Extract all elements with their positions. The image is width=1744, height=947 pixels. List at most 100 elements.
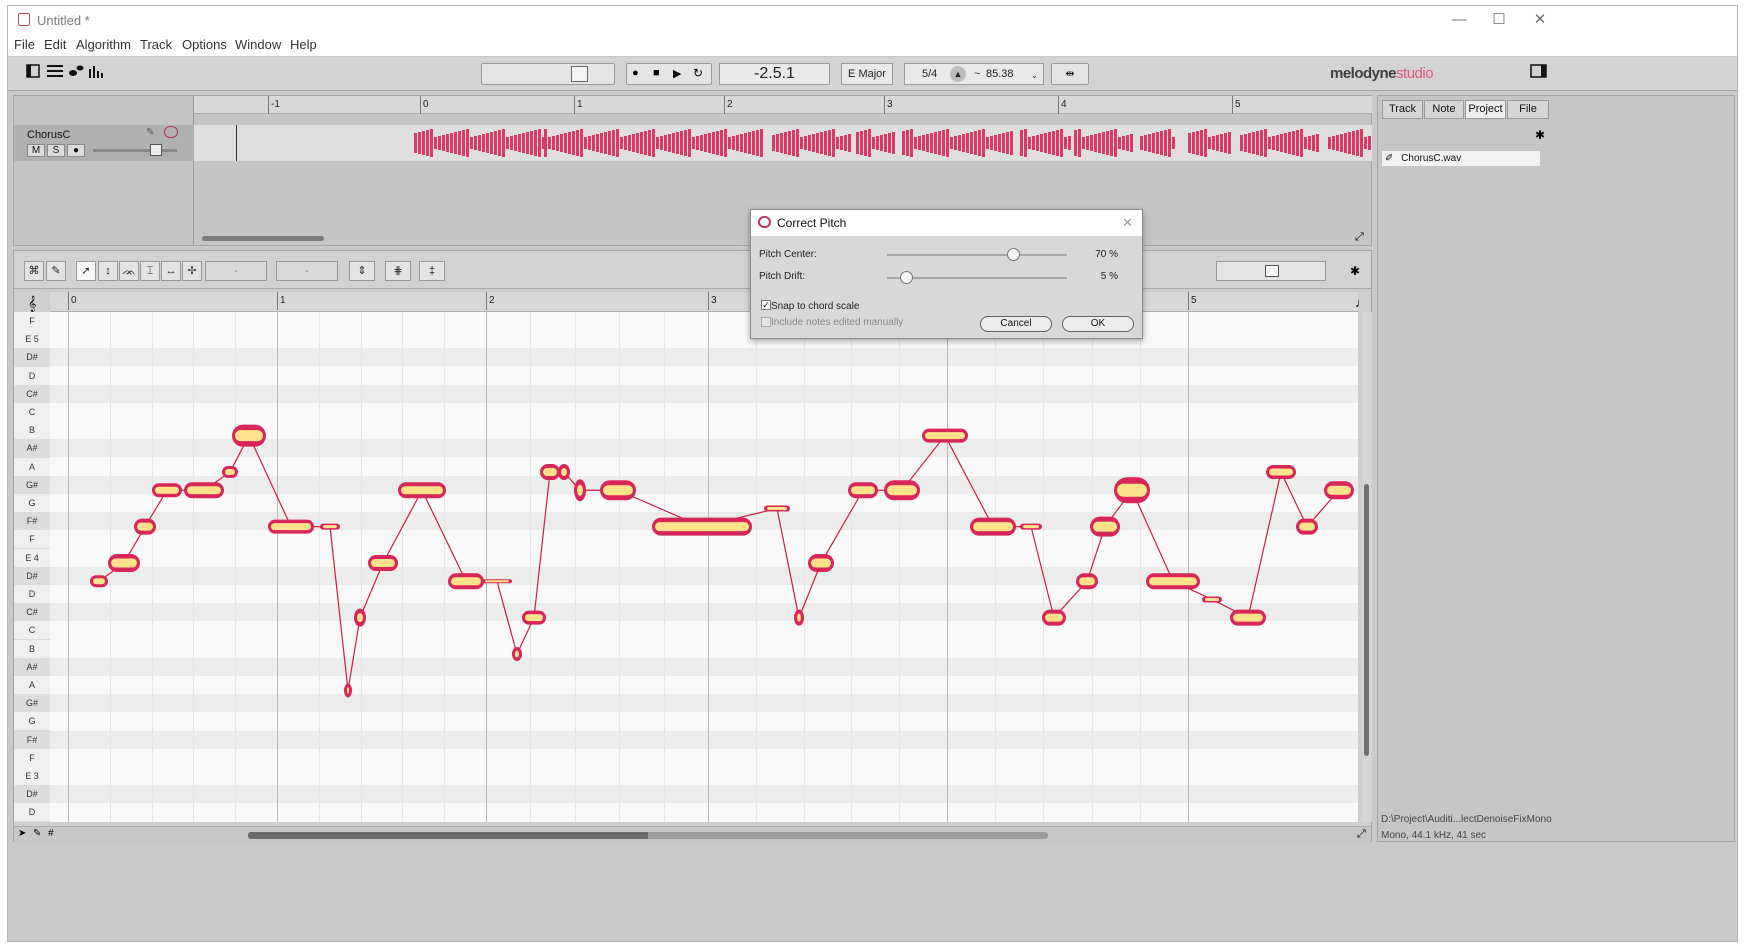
note-blobs[interactable] — [50, 312, 1358, 822]
editor-vertical-scrollbar[interactable] — [1362, 312, 1372, 822]
minimize-button[interactable]: — — [1441, 9, 1477, 31]
note-blob[interactable] — [922, 428, 968, 443]
record-arm-button[interactable]: ● — [67, 144, 85, 157]
track-list-icon[interactable] — [46, 63, 64, 85]
note-blob[interactable] — [268, 519, 314, 534]
pitch-key[interactable]: E 3 — [14, 767, 50, 786]
stop-button[interactable]: ■ — [653, 67, 660, 79]
pitch-key[interactable]: C — [14, 621, 50, 641]
editor-horizontal-scrollbar[interactable] — [248, 832, 1048, 839]
pitch-drift-knob[interactable] — [900, 271, 913, 284]
record-button[interactable]: ● — [632, 67, 639, 79]
pitch-key[interactable]: G# — [14, 694, 50, 714]
pitch-key[interactable]: D# — [14, 348, 50, 368]
track-tool-icon[interactable]: ✎ — [146, 127, 154, 138]
menu-edit[interactable]: Edit — [44, 37, 66, 52]
blob-display-slider[interactable] — [1216, 261, 1326, 281]
pitch-key[interactable]: C — [14, 403, 50, 422]
note-blob[interactable] — [320, 523, 340, 530]
note-blob[interactable] — [1042, 609, 1066, 626]
note-blob[interactable] — [1230, 609, 1266, 626]
note-blob[interactable] — [1202, 596, 1222, 603]
solo-button[interactable]: S — [47, 144, 65, 157]
note-blob[interactable] — [222, 466, 238, 479]
note-blob[interactable] — [1296, 518, 1318, 535]
main-tool-icon[interactable]: ➚ — [76, 261, 96, 281]
menu-help[interactable]: Help — [290, 37, 317, 52]
pitch-key[interactable]: A — [14, 457, 50, 477]
snap-toggle-icon[interactable]: ‡ — [419, 261, 445, 281]
note-blob[interactable] — [354, 608, 366, 627]
note-blob[interactable] — [1090, 516, 1120, 537]
macro-field-1[interactable]: - — [205, 261, 267, 281]
pitch-key[interactable]: F — [14, 748, 50, 768]
note-blob[interactable] — [574, 479, 586, 502]
track-algorithm-icon[interactable] — [164, 126, 178, 138]
note-blob[interactable] — [794, 609, 804, 626]
snap-checkbox[interactable]: ✓ — [761, 300, 771, 310]
close-button[interactable]: ✕ — [1522, 9, 1558, 31]
pitch-center-knob[interactable] — [1007, 248, 1020, 261]
note-blob[interactable] — [368, 555, 398, 572]
tab-track[interactable]: Track — [1382, 100, 1423, 119]
loop-button[interactable]: ↻ — [693, 66, 703, 80]
pitch-key[interactable]: C# — [14, 384, 50, 404]
note-blob[interactable] — [512, 647, 522, 662]
layout-toggle-icon[interactable] — [26, 63, 40, 85]
pitch-key[interactable]: C# — [14, 603, 50, 623]
scroll-thumb[interactable] — [1364, 484, 1369, 756]
clef-icon[interactable]: 𝄞 — [28, 295, 36, 312]
note-blob[interactable] — [808, 554, 834, 573]
pitch-drift-slider[interactable] — [887, 271, 1067, 284]
note-blob[interactable] — [398, 482, 446, 499]
formant-tool-icon[interactable]: ᨏ — [119, 261, 139, 281]
position-display[interactable]: -2.5.1 — [719, 63, 830, 85]
note-blob[interactable] — [232, 424, 266, 447]
amplitude-tool-icon[interactable]: ⌶ — [140, 261, 160, 281]
key-display[interactable]: E Major — [841, 63, 893, 85]
editor-settings-gear-icon[interactable]: ✱ — [1350, 264, 1360, 278]
time-stretch-icon[interactable]: ⇹ — [1051, 63, 1089, 85]
pitch-key[interactable]: E 5 — [14, 330, 50, 350]
pitch-key[interactable]: B — [14, 421, 50, 441]
meter-value[interactable]: 5/4 — [922, 64, 937, 84]
pitch-key[interactable]: F# — [14, 730, 50, 750]
note-blob[interactable] — [540, 464, 560, 481]
note-blob[interactable] — [558, 464, 570, 481]
note-blob[interactable] — [1146, 573, 1200, 590]
pitch-snap-icon[interactable]: ⇕ — [349, 261, 375, 281]
pitch-ruler[interactable]: FE 5 D# D C# C B A# A G# G F# F E 4 D# D C# C B A# A G# G F# F E… — [14, 312, 50, 823]
pointer-icon[interactable]: ➤ — [18, 828, 26, 839]
note-blob[interactable] — [184, 482, 224, 499]
menu-options[interactable]: Options — [182, 37, 227, 52]
blobs-view-icon[interactable] — [68, 63, 84, 85]
note-blob[interactable] — [884, 480, 920, 501]
metronome-icon[interactable]: ▲ — [950, 66, 966, 82]
note-blob[interactable] — [1266, 465, 1296, 480]
pitch-key[interactable]: A# — [14, 439, 50, 459]
scrub-slider[interactable] — [481, 63, 615, 85]
pen-icon[interactable]: ✎ — [33, 828, 41, 839]
time-grid-icon[interactable]: ⋕ — [385, 261, 411, 281]
note-grid[interactable] — [50, 312, 1358, 822]
menu-algorithm[interactable]: Algorithm — [76, 37, 131, 52]
macro-field-2[interactable]: - — [276, 261, 338, 281]
quantize-macro-icon[interactable]: ✎ — [46, 261, 66, 281]
correct-pitch-macro-icon[interactable]: ⌘ — [24, 261, 44, 281]
tab-file[interactable]: File — [1507, 100, 1549, 119]
pitch-key[interactable]: D — [14, 366, 50, 386]
pitch-key[interactable]: D# — [14, 785, 50, 805]
overview-horizontal-scrollbar[interactable] — [202, 236, 324, 241]
zoom-corner-icon[interactable]: ⤢ — [1355, 231, 1364, 244]
pitch-key[interactable]: G — [14, 712, 50, 732]
maximize-button[interactable]: ☐ — [1481, 9, 1517, 31]
pitch-center-slider[interactable] — [887, 248, 1067, 261]
note-blob[interactable] — [134, 518, 156, 535]
pitch-key[interactable]: B — [14, 639, 50, 659]
pitch-key[interactable]: D# — [14, 566, 50, 586]
note-blob[interactable] — [344, 683, 352, 698]
pitch-key[interactable]: D — [14, 803, 50, 823]
note-blob[interactable] — [1114, 477, 1150, 504]
track-header-chorusc[interactable]: ChorusC ✎ M S ● — [14, 125, 194, 161]
tab-note[interactable]: Note — [1424, 100, 1464, 119]
